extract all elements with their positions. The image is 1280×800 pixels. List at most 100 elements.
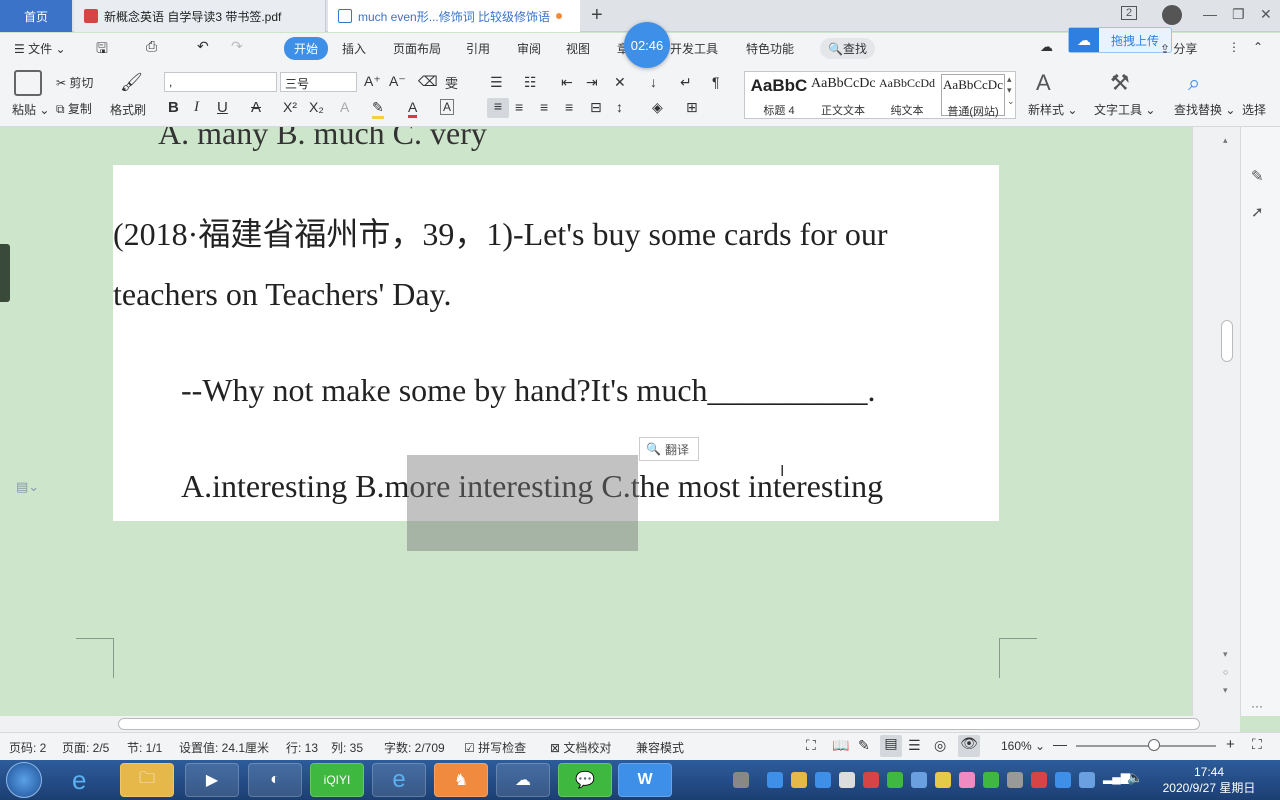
decrease-indent-icon[interactable]: ⇤ <box>561 74 573 91</box>
menu-review[interactable]: 审阅 <box>517 40 541 57</box>
menu-reference[interactable]: 引用 <box>466 40 490 57</box>
bullet-list-icon[interactable]: ☰ <box>490 74 503 91</box>
menu-insert[interactable]: 插入 <box>342 40 366 57</box>
reading-mode-icon[interactable]: 📖 <box>832 737 849 754</box>
underline-icon[interactable]: U <box>217 99 228 116</box>
ie-icon[interactable]: e <box>72 765 86 796</box>
line-spacing-icon[interactable]: ↕ <box>616 99 623 115</box>
side-handle[interactable] <box>0 244 10 302</box>
superscript-icon[interactable]: X² <box>283 99 297 115</box>
italic-icon[interactable]: I <box>194 99 199 116</box>
more-icon[interactable]: ··· <box>1251 699 1263 713</box>
tray-icon-8[interactable] <box>935 772 951 788</box>
show-marks-icon[interactable]: ¶ <box>712 74 720 90</box>
tray-folder-icon[interactable] <box>791 772 807 788</box>
font-name-select[interactable]: , <box>164 72 277 92</box>
pen-icon[interactable]: ✎ <box>1251 167 1264 185</box>
avatar[interactable] <box>1162 5 1182 25</box>
collapse-ribbon-icon[interactable]: ⌃ <box>1253 40 1263 54</box>
strikethrough-icon[interactable]: A <box>251 99 261 116</box>
menu-special[interactable]: 特色功能 <box>746 40 794 57</box>
align-left-icon[interactable]: ≡ <box>487 98 509 118</box>
align-right-icon[interactable]: ≡ <box>540 99 548 115</box>
tab-pdf[interactable]: 新概念英语 自学导读3 带书签.pdf <box>74 0 326 32</box>
tray-iqiyi-icon[interactable] <box>887 772 903 788</box>
paste-button[interactable]: 粘贴 ⌄ <box>12 101 49 118</box>
tab-home[interactable]: 首页 <box>0 0 72 32</box>
bold-icon[interactable]: B <box>168 99 179 116</box>
font-size-select[interactable]: 三号 <box>280 72 357 92</box>
borders-icon[interactable]: ⊞ <box>686 99 698 116</box>
volume-icon[interactable]: 🔈 <box>1127 770 1143 786</box>
vertical-scroll-thumb[interactable] <box>1221 320 1233 362</box>
number-list-icon[interactable]: ☷ <box>524 74 537 91</box>
keyboard-icon[interactable] <box>733 772 749 788</box>
new-tab-button[interactable]: + <box>591 4 603 27</box>
recording-timer[interactable]: 02:46 <box>624 22 670 68</box>
zoom-out-icon[interactable]: — <box>1053 736 1067 752</box>
shading-icon[interactable]: ◈ <box>652 99 663 116</box>
style-body-text[interactable]: AaBbCcDc 正文文本 <box>811 76 876 118</box>
phonetic-icon[interactable]: 雯 <box>445 73 458 92</box>
char-border-icon[interactable]: A <box>440 99 455 115</box>
tray-icon-5[interactable] <box>863 772 879 788</box>
browser-icon[interactable]: e <box>372 763 426 797</box>
page-nav-icons[interactable]: ▾ ○ ▾ <box>1223 645 1228 699</box>
text-effect-icon[interactable]: A <box>340 99 349 115</box>
restore-icon[interactable]: ❐ <box>1232 6 1245 23</box>
justify-icon[interactable]: ≡ <box>565 99 573 115</box>
horizontal-scrollbar[interactable] <box>0 716 1240 732</box>
wechat-icon[interactable]: 💬 <box>558 763 612 797</box>
undo-icon[interactable]: ↶ <box>197 38 209 55</box>
menu-developer[interactable]: 开发工具 <box>670 40 718 57</box>
wps-writer-icon[interactable]: W <box>618 763 672 797</box>
tray-icon-12[interactable] <box>1031 772 1047 788</box>
app-icon-blue[interactable]: ◐ <box>248 763 302 797</box>
search-box[interactable]: 🔍查找 <box>820 38 875 59</box>
document-canvas[interactable]: A. many B. much C. very (2018·福建省福州市，39，… <box>0 127 1192 716</box>
edit-mode-icon[interactable]: ✎ <box>858 737 870 754</box>
file-explorer-icon[interactable]: 🗀 <box>120 763 174 797</box>
status-section[interactable]: 节: 1/1 <box>127 739 162 756</box>
status-pages[interactable]: 页面: 2/5 <box>62 739 109 756</box>
page-view-icon[interactable]: ▤ <box>880 735 902 757</box>
copy-button[interactable]: ⧉ 复制 <box>56 100 92 117</box>
share-button[interactable]: ⇪ 分享 <box>1160 40 1197 57</box>
more-options-icon[interactable]: ⋮ <box>1228 40 1240 54</box>
tray-app-icon[interactable] <box>767 772 783 788</box>
proofread-button[interactable]: ⊠ 文档校对 <box>550 739 611 756</box>
select-button[interactable]: 选择 <box>1242 101 1266 118</box>
fullscreen-icon[interactable]: ⛶ <box>806 737 816 754</box>
paragraph-handle-icon[interactable]: ▤⌄ <box>16 479 39 495</box>
outline-view-icon[interactable]: ☰ <box>908 737 921 754</box>
tray-wechat-icon[interactable] <box>983 772 999 788</box>
tray-icon-11[interactable] <box>1007 772 1023 788</box>
menu-layout[interactable]: 页面布局 <box>393 40 441 57</box>
format-painter-button[interactable]: 格式刷 <box>110 101 146 118</box>
tray-icon-4[interactable] <box>839 772 855 788</box>
zoom-in-icon[interactable]: + <box>1226 736 1235 753</box>
status-words[interactable]: 字数: 2/709 <box>384 739 445 756</box>
distribute-icon[interactable]: ⊟ <box>590 99 602 116</box>
baidu-disk-icon[interactable]: ☁ <box>496 763 550 797</box>
new-style-button[interactable]: 新样式 ⌄ <box>1028 101 1077 118</box>
horizontal-scroll-thumb[interactable] <box>118 718 1200 730</box>
translate-popup-button[interactable]: 🔍 翻译 <box>639 437 699 461</box>
style-web-normal[interactable]: AaBbCcDc 普通(网站) <box>941 74 1005 118</box>
system-clock[interactable]: 17:44 2020/9/27 星期日 <box>1154 764 1264 796</box>
tray-icon-7[interactable] <box>911 772 927 788</box>
menu-view[interactable]: 视图 <box>566 40 590 57</box>
font-color-icon[interactable]: A <box>408 99 418 118</box>
status-col[interactable]: 列: 35 <box>331 739 363 756</box>
find-replace-button[interactable]: 查找替换 ⌄ <box>1174 101 1235 118</box>
close-icon[interactable]: ✕ <box>1260 6 1272 23</box>
status-setting[interactable]: 设置值: 24.1厘米 <box>179 739 269 756</box>
network-icon[interactable]: ▂▄▆ <box>1103 770 1130 784</box>
zoom-slider[interactable] <box>1076 745 1216 747</box>
spell-check-button[interactable]: ☑ 拼写检查 <box>464 739 526 756</box>
zoom-slider-thumb[interactable] <box>1148 739 1160 751</box>
save-icon[interactable]: 🖫 <box>96 38 108 62</box>
cloud-sync-icon[interactable]: ☁ <box>1040 39 1053 55</box>
tray-icon-9[interactable] <box>959 772 975 788</box>
vertical-scrollbar[interactable]: ▴ ▾ ○ ▾ <box>1192 127 1240 716</box>
